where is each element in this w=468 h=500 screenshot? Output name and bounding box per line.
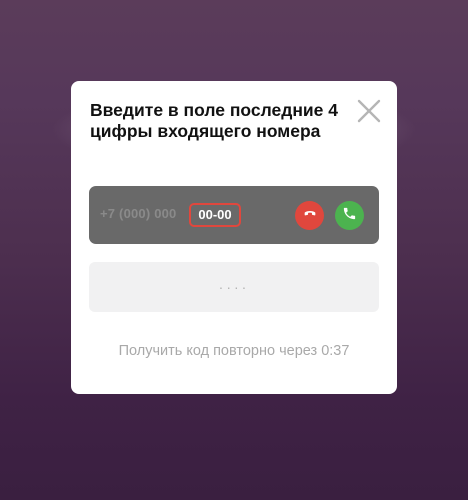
accept-call-indicator (335, 201, 364, 230)
phone-hangup-icon (302, 205, 318, 226)
resend-countdown: Получить код повторно через 0:37 (118, 343, 350, 359)
close-icon (357, 99, 381, 123)
incoming-call-illustration: +7 (000) 000 00-00 (89, 186, 379, 244)
verification-modal: Введите в поле последние 4 цифры входяще… (71, 81, 397, 394)
decline-call-indicator (295, 201, 324, 230)
phone-icon (342, 206, 357, 226)
phone-number-prefix: +7 (000) 000 (100, 206, 177, 221)
modal-title: Введите в поле последние 4 цифры входяще… (90, 100, 338, 141)
phone-number-last-digits: 00-00 (189, 203, 241, 227)
code-input[interactable] (89, 262, 379, 312)
close-button[interactable] (357, 99, 381, 123)
